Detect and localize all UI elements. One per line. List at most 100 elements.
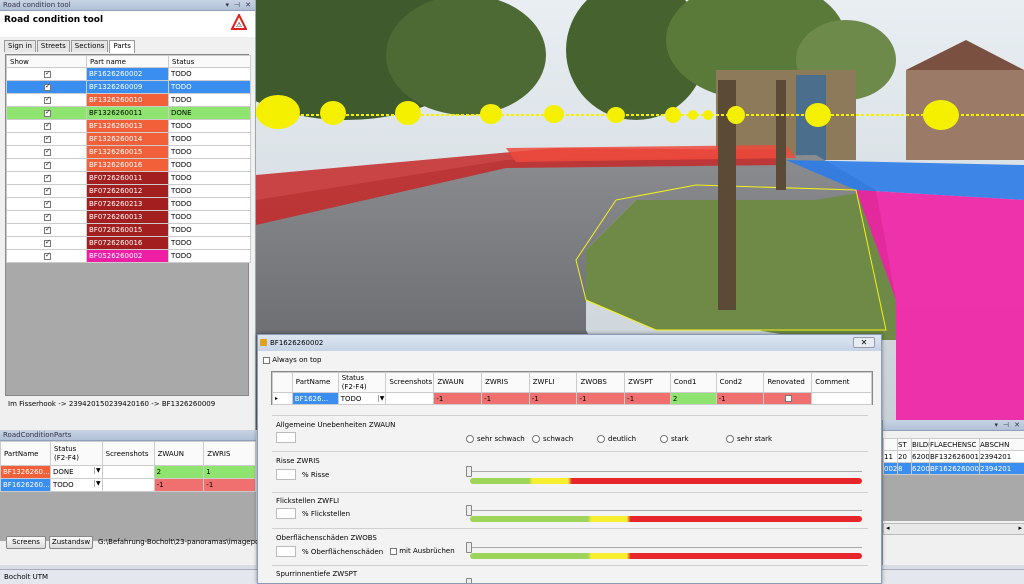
table-row[interactable]: 11 20 6200 BF1326260011 2394201 [883, 450, 1024, 463]
row-selector[interactable]: ▸ [272, 392, 293, 405]
col-header-zwaun[interactable]: ZWAUN [153, 441, 205, 466]
zwris-input[interactable] [276, 469, 296, 480]
table-row[interactable]: BF0526260002TODO [6, 249, 251, 263]
show-checkbox[interactable] [44, 238, 51, 247]
horizontal-scrollbar[interactable]: ◂ ▸ [883, 523, 1024, 535]
zwris-cell[interactable]: -1 [203, 478, 256, 492]
col-header[interactable]: FLAECHENSC [929, 438, 980, 451]
dropdown-icon[interactable]: ▾ [994, 420, 998, 431]
col-header-zwris[interactable]: ZWRIS [203, 441, 256, 466]
mit-ausbruechen-box[interactable] [390, 547, 397, 555]
col-header-part-name[interactable]: Part name [86, 55, 169, 68]
status-cell[interactable]: TODO [168, 249, 251, 263]
show-checkbox[interactable] [44, 186, 51, 195]
show-cell[interactable] [6, 80, 87, 94]
part-name-cell[interactable]: BF1326260015 [86, 145, 169, 159]
show-checkbox[interactable] [44, 134, 51, 143]
cell-fl[interactable]: BF1626260002 [929, 462, 980, 475]
cell-fl[interactable]: BF1326260011 [929, 450, 980, 463]
zwspt-slider-thumb[interactable] [466, 578, 472, 583]
zwobs-slider[interactable] [470, 553, 862, 559]
part-name-cell[interactable]: BF1326260010 [86, 93, 169, 107]
zwaun-input[interactable] [276, 432, 296, 443]
col-header[interactable]: PartName [291, 372, 339, 393]
scroll-right-icon[interactable]: ▸ [1018, 524, 1022, 532]
dialog-grid[interactable]: PartName Status (F2-F4) Screenshots ZWAUN ZW… [271, 371, 873, 405]
comment-cell[interactable] [811, 392, 872, 405]
show-checkbox[interactable] [44, 212, 51, 221]
renovated-cell[interactable] [763, 392, 813, 405]
show-cell[interactable] [6, 93, 87, 107]
tab-parts[interactable]: Parts [109, 40, 135, 53]
table-row[interactable]: BF0726260012TODO [6, 184, 251, 198]
part-name-cell[interactable]: BF1326260014 [86, 132, 169, 146]
pin-icon-3[interactable]: ⊣ [1003, 420, 1009, 431]
show-cell[interactable] [6, 236, 87, 250]
status-dropdown[interactable]: TODO ▼ [49, 478, 103, 492]
cell-pre[interactable]: 002 [883, 462, 898, 475]
col-header-show[interactable]: Show [6, 55, 87, 68]
col-header[interactable]: ZWRIS [481, 372, 530, 393]
col-header[interactable]: Comment [811, 372, 872, 393]
status-cell[interactable]: TODO [168, 171, 251, 185]
zwris-slider-thumb[interactable] [466, 466, 472, 477]
show-cell[interactable] [6, 158, 87, 172]
parts-detail-grid[interactable]: PartName Status (F2-F4) Screenshots ZWAU… [0, 441, 256, 541]
zwfli-slider[interactable] [470, 516, 862, 522]
col-header[interactable]: ZWAUN [433, 372, 483, 393]
chevron-down-icon[interactable]: ▼ [94, 467, 101, 474]
cell-bild[interactable]: 6200 [911, 462, 930, 475]
status-cell[interactable]: DONE [168, 106, 251, 120]
zustand-button[interactable]: Zustandsw [49, 536, 93, 549]
col-header-screenshots[interactable]: Screenshots [101, 441, 155, 466]
col-header-status[interactable]: Status [168, 55, 251, 68]
status-cell[interactable]: TODO [168, 158, 251, 172]
table-row[interactable]: BF0726260016TODO [6, 236, 251, 250]
part-name-cell[interactable]: BF1326260009 [86, 80, 169, 94]
table-row[interactable]: BF0726260013TODO [6, 210, 251, 224]
table-row[interactable]: BF1626260... TODO ▼ -1 -1 [0, 478, 256, 492]
status-cell[interactable]: TODO [168, 93, 251, 107]
table-row[interactable]: BF1326260013TODO [6, 119, 251, 133]
show-cell[interactable] [6, 106, 87, 120]
cell-st[interactable]: 20 [897, 450, 912, 463]
pin-icon[interactable]: ▾ [225, 0, 229, 11]
attribute-grid[interactable]: ST BILDI FLAECHENSC ABSCHN 11 20 6200 BF1326260… [883, 438, 1024, 521]
show-checkbox[interactable] [44, 82, 51, 91]
pin-icon-2[interactable]: ⊣ [234, 0, 240, 11]
col-header[interactable]: Screenshots [385, 372, 435, 393]
show-checkbox[interactable] [44, 95, 51, 104]
cond2-cell[interactable]: -1 [715, 392, 765, 405]
zwfli-cell[interactable]: -1 [528, 392, 578, 405]
col-header[interactable]: Status (F2-F4) [337, 372, 387, 393]
show-cell[interactable] [6, 210, 87, 224]
zwaun-cell[interactable]: 2 [153, 465, 205, 479]
parts-grid[interactable]: Show Part name Status BF1626260002TODOBF… [5, 54, 251, 396]
cell-st[interactable]: 8 [897, 462, 912, 475]
screenshots-cell[interactable] [101, 465, 155, 479]
mit-ausbruechen-checkbox[interactable]: mit Ausbrüchen [390, 547, 455, 555]
status-cell[interactable]: TODO [168, 119, 251, 133]
screens-button[interactable]: Screens [6, 536, 46, 549]
status-cell[interactable]: TODO [168, 197, 251, 211]
col-header[interactable]: ZWFLI [528, 372, 578, 393]
part-name-cell[interactable]: BF0726260015 [86, 223, 169, 237]
show-cell[interactable] [6, 197, 87, 211]
table-row[interactable]: BF1326260... DONE ▼ 2 1 [0, 465, 256, 479]
part-name-cell[interactable]: BF1326260013 [86, 119, 169, 133]
status-cell[interactable]: TODO ▼ [337, 392, 387, 405]
col-header[interactable]: ABSCHN [979, 438, 1024, 451]
table-row[interactable]: BF1326260010TODO [6, 93, 251, 107]
col-header-status[interactable]: Status (F2-F4) [49, 441, 103, 466]
radio-stark[interactable]: stark [660, 435, 689, 443]
zwfli-slider-thumb[interactable] [466, 505, 472, 516]
zwobs-input[interactable] [276, 546, 296, 557]
tab-sections[interactable]: Sections [70, 40, 109, 52]
show-cell[interactable] [6, 132, 87, 146]
part-name-cell[interactable]: BF0726260011 [86, 171, 169, 185]
part-name-cell[interactable]: BF1326260011 [86, 106, 169, 120]
col-header[interactable]: BILDI [911, 438, 930, 451]
tab-sign-in[interactable]: Sign in [4, 40, 36, 52]
zwris-cell[interactable]: -1 [481, 392, 530, 405]
status-cell[interactable]: TODO [168, 145, 251, 159]
